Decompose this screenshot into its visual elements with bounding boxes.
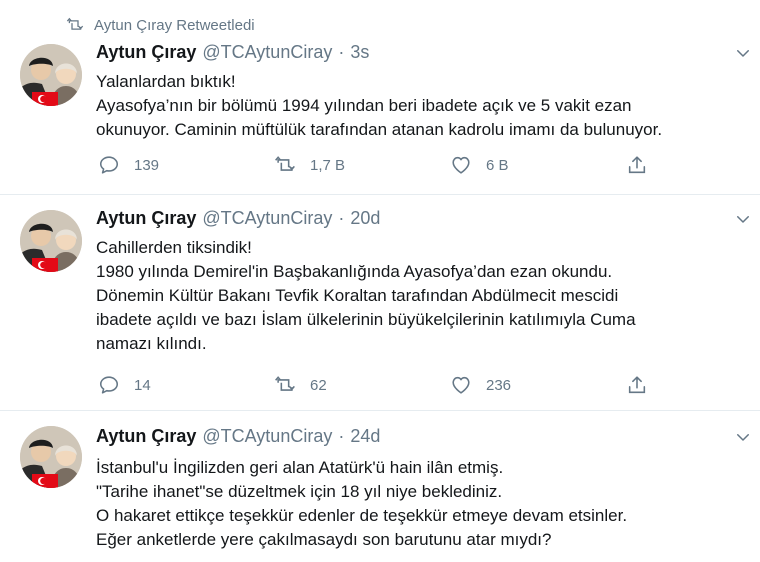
tweet-timestamp[interactable]: 20d	[350, 208, 380, 229]
tweet-text: Cahillerden tiksindik! 1980 yılında Demi…	[96, 236, 756, 356]
chevron-down-icon[interactable]	[734, 428, 752, 446]
retweet-count: 1,7 B	[310, 156, 346, 174]
tweet-2[interactable]: Aytun Çıray @TCAytunCiray · 20d Cahiller…	[0, 194, 760, 410]
heart-icon	[450, 154, 472, 176]
author-handle[interactable]: @TCAytunCiray	[202, 426, 332, 447]
tweet-text-line: okunuyor. Caminin müftülük tarafından at…	[96, 120, 663, 139]
reply-count: 14	[134, 376, 151, 394]
author-name[interactable]: Aytun Çıray	[96, 426, 196, 447]
tweet-timestamp[interactable]: 24d	[350, 426, 380, 447]
reply-button[interactable]: 14	[98, 374, 151, 396]
retweet-button[interactable]: 62	[274, 374, 327, 396]
tweet-text-line: Cahillerden tiksindik!	[96, 238, 252, 257]
retweet-count: 62	[310, 376, 327, 394]
share-button[interactable]	[626, 154, 648, 176]
share-icon	[626, 374, 648, 396]
tweet-text-line: 1980 yılında Demirel'in Başbakanlığında …	[96, 262, 613, 281]
tweet-3[interactable]: Aytun Çıray @TCAytunCiray · 24d İstanbul…	[0, 410, 760, 562]
tweet-text: Yalanlardan bıktık! Ayasofya’nın bir böl…	[96, 70, 756, 142]
reply-icon	[98, 154, 120, 176]
separator-dot: ·	[338, 208, 345, 228]
reply-button[interactable]: 139	[98, 154, 159, 176]
avatar[interactable]	[20, 426, 82, 488]
tweet-header: Aytun Çıray @TCAytunCiray · 24d	[96, 426, 380, 447]
chevron-down-icon[interactable]	[734, 44, 752, 62]
retweet-context-label: Aytun Çıray Retweetledi	[94, 16, 255, 34]
avatar[interactable]	[20, 44, 82, 106]
tweet-text-line: "Tarihe ihanet"se düzeltmek için 18 yıl …	[96, 482, 503, 501]
tweet-text-line: O hakaret ettikçe teşekkür edenler de te…	[96, 506, 628, 525]
tweet-text-line: İstanbul'u İngilizden geri alan Atatürk'…	[96, 458, 504, 477]
author-name[interactable]: Aytun Çıray	[96, 208, 196, 229]
author-handle[interactable]: @TCAytunCiray	[202, 208, 332, 229]
tweet-text-line: Ayasofya’nın bir bölümü 1994 yılından be…	[96, 96, 632, 115]
tweet-header: Aytun Çıray @TCAytunCiray · 3s	[96, 42, 369, 63]
share-button[interactable]	[626, 374, 648, 396]
tweet-text-line: Eğer anketlerde yere çakılmasaydı son ba…	[96, 530, 552, 549]
tweet-header: Aytun Çıray @TCAytunCiray · 20d	[96, 208, 380, 229]
like-count: 236	[486, 376, 512, 394]
tweet-text-line: namazı kılındı.	[96, 334, 207, 353]
tweet-text-line: Yalanlardan bıktık!	[96, 72, 236, 91]
heart-icon	[450, 374, 472, 396]
tweet-timestamp[interactable]: 3s	[350, 42, 369, 63]
separator-dot: ·	[338, 42, 345, 62]
tweet-text-line: Dönemin Kültür Bakanı Tevfik Koraltan ta…	[96, 286, 619, 305]
retweet-context[interactable]: Aytun Çıray Retweetledi	[66, 16, 255, 34]
avatar[interactable]	[20, 210, 82, 272]
reply-count: 139	[134, 156, 160, 174]
tweet-1[interactable]: Aytun Çıray Retweetledi Aytun Çıray @TCA…	[0, 8, 760, 194]
tweet-text: İstanbul'u İngilizden geri alan Atatürk'…	[96, 456, 756, 552]
author-handle[interactable]: @TCAytunCiray	[202, 42, 332, 63]
like-button[interactable]: 6 B	[450, 154, 509, 176]
retweet-icon	[66, 16, 84, 34]
like-count: 6 B	[486, 156, 509, 174]
reply-icon	[98, 374, 120, 396]
chevron-down-icon[interactable]	[734, 210, 752, 228]
retweet-icon	[274, 374, 296, 396]
tweet-actions: 14 62 236	[98, 374, 658, 398]
retweet-button[interactable]: 1,7 B	[274, 154, 345, 176]
share-icon	[626, 154, 648, 176]
retweet-icon	[274, 154, 296, 176]
tweet-text-line: ibadete açıldı ve bazı İslam ülkelerinin…	[96, 310, 636, 329]
like-button[interactable]: 236	[450, 374, 511, 396]
tweet-actions: 139 1,7 B 6 B	[98, 154, 658, 178]
author-name[interactable]: Aytun Çıray	[96, 42, 196, 63]
separator-dot: ·	[338, 426, 345, 446]
